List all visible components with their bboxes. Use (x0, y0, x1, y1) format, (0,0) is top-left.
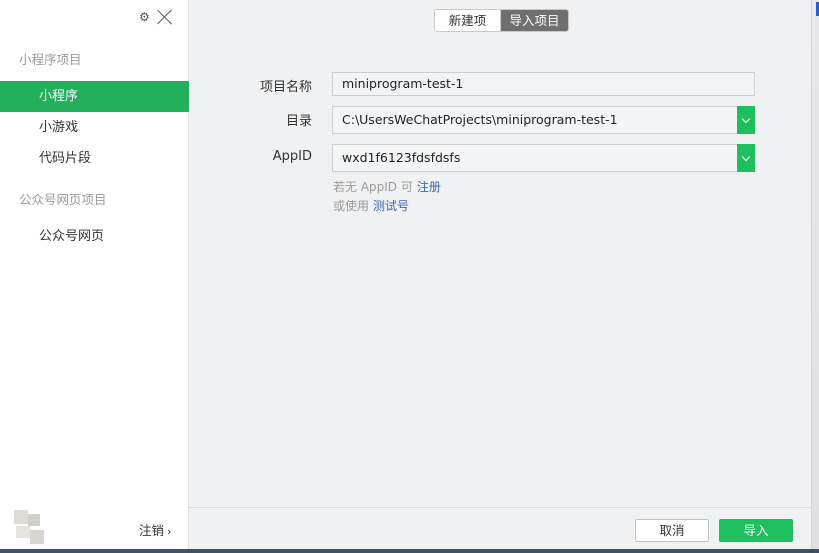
test-account-hint: 或使用 测试号 (333, 197, 409, 214)
gear-icon[interactable]: ⚙ (139, 11, 151, 23)
chevron-down-icon[interactable] (737, 106, 755, 134)
chevron-right-icon: › (167, 525, 172, 538)
taskbar-edge (0, 549, 819, 553)
project-name-input[interactable]: miniprogram-test-1 (332, 72, 755, 96)
import-project-window: ⚙ 小程序项目 小程序 小游戏 代码片段 公众号网页项目 公众号网页 注销 › 新… (0, 0, 811, 553)
test-account-hint-text: 或使用 (333, 199, 370, 213)
section-title-official-account: 公众号网页项目 (19, 192, 107, 207)
register-hint-text: 若无 AppID 可 (333, 180, 413, 194)
sidebar-item-official-webpage[interactable]: 公众号网页 (0, 221, 189, 252)
tab-new-project[interactable]: 新建项目 (435, 10, 501, 31)
logout-label: 注销 (139, 523, 165, 538)
sidebar-item-minigame[interactable]: 小游戏 (0, 112, 189, 143)
avatar[interactable] (14, 510, 46, 548)
appid-value: wxd1f6123fdsfdsfs (342, 150, 461, 165)
logout-button[interactable]: 注销 › (139, 520, 171, 539)
tab-import-project[interactable]: 导入项目 (501, 10, 568, 31)
register-link[interactable]: 注册 (417, 180, 441, 194)
project-name-label: 项目名称 (259, 80, 312, 95)
import-button[interactable]: 导入 (719, 519, 793, 542)
background-window-edge (811, 0, 819, 553)
directory-select[interactable]: C:\UsersWeChatProjects\miniprogram-test-… (332, 106, 755, 134)
appid-select[interactable]: wxd1f6123fdsfdsfs (332, 144, 755, 172)
register-hint: 若无 AppID 可注册 (333, 178, 441, 195)
test-account-link[interactable]: 测试号 (373, 199, 409, 213)
appid-label: AppID (272, 149, 312, 164)
directory-value: C:\UsersWeChatProjects\miniprogram-test-… (342, 112, 618, 127)
footer-bar: 取消 导入 (189, 507, 811, 553)
directory-label: 目录 (285, 114, 312, 129)
close-icon[interactable] (157, 9, 173, 25)
cancel-button[interactable]: 取消 (635, 519, 709, 542)
section-title-miniprogram: 小程序项目 (19, 52, 82, 67)
window-controls: ⚙ (139, 7, 173, 27)
sidebar: ⚙ 小程序项目 小程序 小游戏 代码片段 公众号网页项目 公众号网页 注销 › (0, 0, 189, 553)
sidebar-item-code-snippet[interactable]: 代码片段 (0, 143, 189, 174)
project-type-tabs: 新建项目 导入项目 (434, 9, 569, 32)
chevron-down-icon[interactable] (737, 144, 755, 172)
sidebar-item-miniprogram[interactable]: 小程序 (0, 81, 189, 112)
